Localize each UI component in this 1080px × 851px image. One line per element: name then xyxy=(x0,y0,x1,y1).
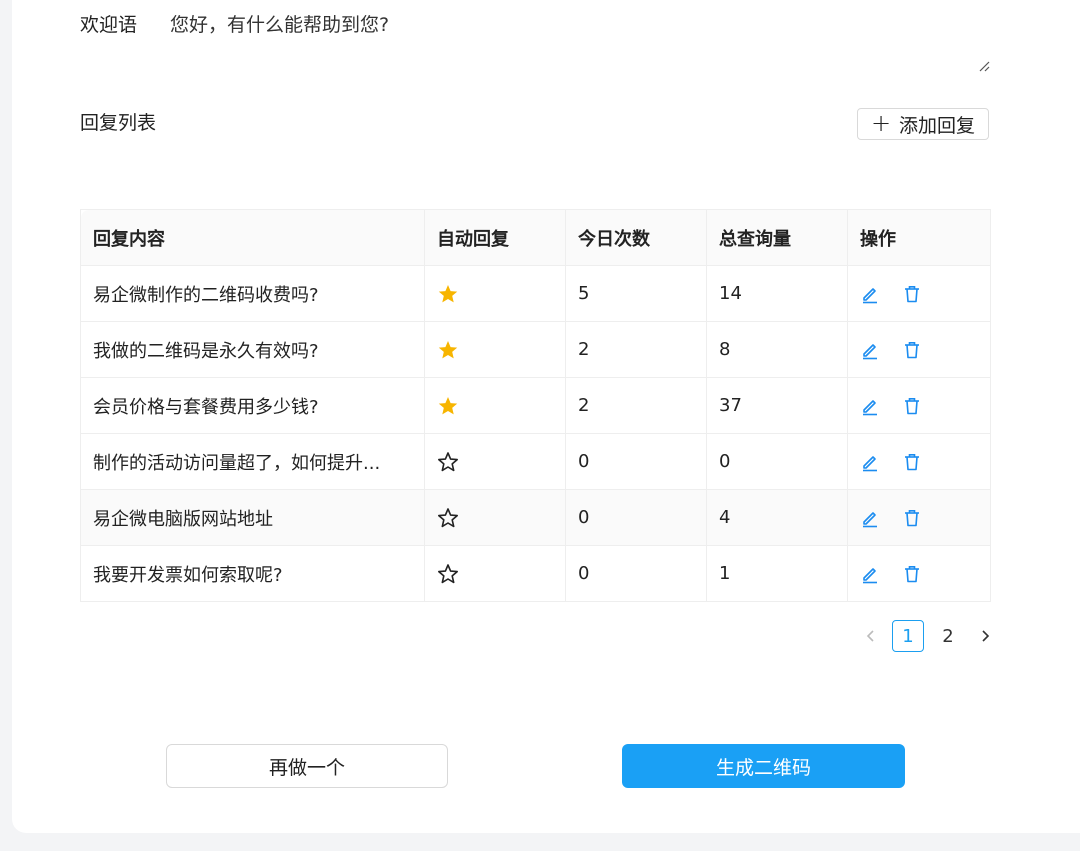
header-content: 回复内容 xyxy=(80,209,425,266)
cell-actions xyxy=(847,489,991,546)
cell-auto-reply xyxy=(424,377,566,434)
cell-actions xyxy=(847,321,991,378)
delete-icon[interactable] xyxy=(902,340,922,360)
cell-total-count: 37 xyxy=(706,377,848,434)
delete-icon[interactable] xyxy=(902,396,922,416)
edit-icon[interactable] xyxy=(860,452,880,472)
table-row: 我要开发票如何索取呢? 0 1 xyxy=(80,545,991,602)
cell-auto-reply xyxy=(424,545,566,602)
star-filled-icon[interactable] xyxy=(437,395,459,417)
header-total-count: 总查询量 xyxy=(706,209,848,266)
cell-total-count: 0 xyxy=(706,433,848,490)
chevron-right-icon xyxy=(982,630,990,642)
edit-icon[interactable] xyxy=(860,564,880,584)
cell-actions xyxy=(847,433,991,490)
cell-today-count: 0 xyxy=(565,545,707,602)
table-row: 制作的活动访问量超了，如何提升... 0 0 xyxy=(80,433,991,490)
cell-actions xyxy=(847,377,991,434)
welcome-textarea[interactable]: 您好，有什么能帮助到您? xyxy=(156,0,992,76)
header-today-count: 今日次数 xyxy=(565,209,707,266)
edit-icon[interactable] xyxy=(860,508,880,528)
cell-auto-reply xyxy=(424,489,566,546)
cell-today-count: 5 xyxy=(565,265,707,322)
edit-icon[interactable] xyxy=(860,284,880,304)
plus-icon: + xyxy=(870,109,892,137)
reply-list-title: 回复列表 xyxy=(80,112,157,134)
cell-content: 易企微电脑版网站地址 xyxy=(80,489,425,546)
cell-today-count: 2 xyxy=(565,321,707,378)
next-page-button[interactable] xyxy=(972,623,998,649)
pagination: 1 2 xyxy=(858,618,998,654)
prev-page-button[interactable] xyxy=(858,623,884,649)
cell-total-count: 8 xyxy=(706,321,848,378)
redo-button[interactable]: 再做一个 xyxy=(166,744,448,788)
welcome-text[interactable]: 您好，有什么能帮助到您? xyxy=(170,10,389,37)
star-outline-icon[interactable] xyxy=(437,563,459,585)
cell-content: 我做的二维码是永久有效吗? xyxy=(80,321,425,378)
cell-content: 会员价格与套餐费用多少钱? xyxy=(80,377,425,434)
table-row: 易企微制作的二维码收费吗? 5 14 xyxy=(80,265,991,322)
table-row: 我做的二维码是永久有效吗? 2 8 xyxy=(80,321,991,378)
edit-icon[interactable] xyxy=(860,340,880,360)
cell-today-count: 0 xyxy=(565,489,707,546)
cell-content: 易企微制作的二维码收费吗? xyxy=(80,265,425,322)
table-row: 会员价格与套餐费用多少钱? 2 37 xyxy=(80,377,991,434)
generate-qrcode-button[interactable]: 生成二维码 xyxy=(622,744,905,788)
delete-icon[interactable] xyxy=(902,508,922,528)
reply-table: 回复内容 自动回复 今日次数 总查询量 操作 易企微制作的二维码收费吗? 5 1… xyxy=(80,209,991,602)
delete-icon[interactable] xyxy=(902,452,922,472)
cell-actions xyxy=(847,265,991,322)
cell-total-count: 14 xyxy=(706,265,848,322)
cell-auto-reply xyxy=(424,433,566,490)
welcome-label: 欢迎语 xyxy=(80,14,138,36)
delete-icon[interactable] xyxy=(902,284,922,304)
header-auto-reply: 自动回复 xyxy=(424,209,566,266)
cell-today-count: 2 xyxy=(565,377,707,434)
cell-content: 我要开发票如何索取呢? xyxy=(80,545,425,602)
cell-auto-reply xyxy=(424,265,566,322)
cell-content: 制作的活动访问量超了，如何提升... xyxy=(80,433,425,490)
cell-today-count: 0 xyxy=(565,433,707,490)
cell-total-count: 4 xyxy=(706,489,848,546)
page-2-button[interactable]: 2 xyxy=(932,620,964,652)
edit-icon[interactable] xyxy=(860,396,880,416)
cell-auto-reply xyxy=(424,321,566,378)
star-filled-icon[interactable] xyxy=(437,283,459,305)
page-1-button[interactable]: 1 xyxy=(892,620,924,652)
cell-total-count: 1 xyxy=(706,545,848,602)
header-actions: 操作 xyxy=(847,209,991,266)
add-reply-button[interactable]: + 添加回复 xyxy=(857,108,989,140)
chevron-left-icon xyxy=(866,630,874,642)
star-outline-icon[interactable] xyxy=(437,507,459,529)
resize-grip-icon[interactable] xyxy=(978,60,990,72)
table-row: 易企微电脑版网站地址 0 4 xyxy=(80,489,991,546)
delete-icon[interactable] xyxy=(902,564,922,584)
star-outline-icon[interactable] xyxy=(437,451,459,473)
cell-actions xyxy=(847,545,991,602)
table-header-row: 回复内容 自动回复 今日次数 总查询量 操作 xyxy=(80,209,991,266)
add-reply-label: 添加回复 xyxy=(899,114,976,137)
star-filled-icon[interactable] xyxy=(437,339,459,361)
